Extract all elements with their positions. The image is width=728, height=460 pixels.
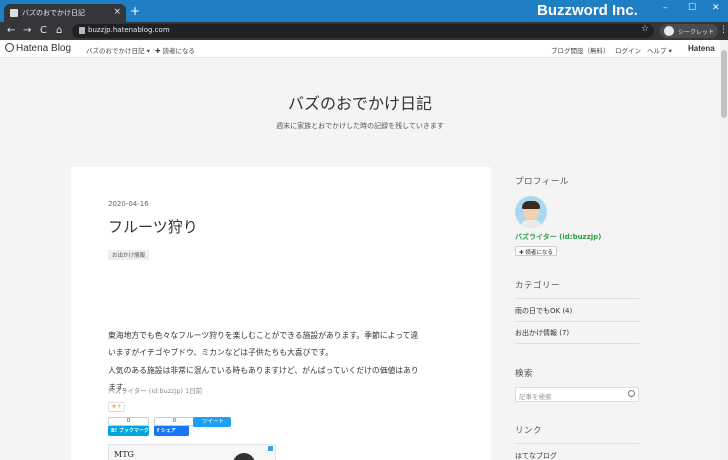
- divider: [515, 298, 639, 299]
- subscribe-button[interactable]: ✚ 読者になる: [515, 246, 557, 256]
- search-icon[interactable]: [628, 390, 635, 397]
- article-title[interactable]: フルーツ狩り: [108, 216, 198, 237]
- profile-heading: プロフィール: [515, 177, 569, 187]
- hatena-logo-icon: [5, 43, 14, 52]
- blog-description: 週末に家族とおでかけした時の記録を残していきます: [276, 122, 444, 130]
- paragraph-line: いますがイチゴやブドウ、ミカンなどは子供たちも大喜びです。: [108, 348, 334, 357]
- maximize-button[interactable]: ☐: [688, 3, 696, 13]
- signup-link[interactable]: ブログ開設（無料）: [551, 45, 610, 55]
- search-placeholder: 記事を検索: [519, 393, 552, 401]
- incognito-indicator[interactable]: シークレット: [660, 24, 718, 38]
- category-link[interactable]: お出かけ情報 (7): [515, 328, 569, 338]
- ad-label: MTG: [114, 450, 134, 459]
- lock-icon: [79, 27, 85, 34]
- ad-image: [233, 453, 255, 460]
- brand-label: Buzzword Inc.: [537, 2, 638, 19]
- help-menu[interactable]: ヘルプ ▾: [647, 45, 672, 55]
- paragraph-line: 東海地方でも色々なフルーツ狩りを楽しむことができる施設があります。季節によって違: [108, 331, 419, 340]
- hatena-global-header: Hatena Blog バズのおでかけ日記 ▾ ✚ 読者になる ブログ開設（無料…: [0, 40, 720, 58]
- blog-menu[interactable]: バズのおでかけ日記 ▾: [86, 45, 150, 55]
- ad-choices-icon[interactable]: [268, 446, 273, 451]
- incognito-icon: [664, 26, 674, 36]
- header-subscribe-button[interactable]: ✚ 読者になる: [155, 45, 195, 55]
- add-star-button[interactable]: ★+: [108, 402, 125, 412]
- incognito-label: シークレット: [678, 29, 715, 36]
- ad-banner[interactable]: MTG: [108, 444, 276, 460]
- forward-button[interactable]: →: [23, 25, 31, 37]
- browser-toolbar: ← → C ⌂ buzzjp.hatenablog.com ☆ シークレット ⋮: [0, 22, 728, 40]
- new-tab-button[interactable]: +: [130, 5, 140, 17]
- hatena-blog-logo[interactable]: Hatena Blog: [5, 43, 71, 54]
- links-heading: リンク: [515, 426, 543, 436]
- hatena-logo[interactable]: Hatena: [688, 44, 715, 53]
- bookmark-star-icon[interactable]: ☆: [641, 24, 649, 34]
- avatar-hair: [522, 201, 540, 209]
- facebook-count: 0: [154, 417, 195, 426]
- browser-menu-button[interactable]: ⋮: [719, 25, 728, 35]
- divider: [515, 321, 639, 322]
- divider: [515, 343, 639, 344]
- tab-strip: バズのおでかけ日記 × + Buzzword Inc. – ☐ ✕: [0, 0, 728, 22]
- category-link[interactable]: 雨の日でもOK (4): [515, 306, 572, 316]
- hatebu-count: 0: [108, 417, 149, 426]
- article-card: 2020-04-16 フルーツ狩り お出かけ情報 東海地方でも色々なフルーツ狩り…: [71, 167, 491, 460]
- url-text: buzzjp.hatenablog.com: [88, 26, 170, 34]
- tab-close-button[interactable]: ×: [113, 7, 121, 17]
- profile-name-link[interactable]: バズライター (id:buzzjp): [515, 232, 601, 242]
- avatar-body: [521, 220, 541, 228]
- address-bar[interactable]: buzzjp.hatenablog.com ☆: [72, 24, 654, 38]
- hatebu-button[interactable]: B! ブックマーク: [108, 426, 149, 436]
- category-tag[interactable]: お出かけ情報: [108, 250, 150, 260]
- tab-title: バズのおでかけ日記: [22, 9, 85, 17]
- web-page: Hatena Blog バズのおでかけ日記 ▾ ✚ 読者になる ブログ開設（無料…: [0, 40, 720, 460]
- search-input[interactable]: 記事を検索: [515, 387, 639, 402]
- paragraph-line: 人気のある施設は非常に混んでいる時もありますけど、がんばっていくだけの価値はあり: [108, 366, 419, 375]
- scrollbar-thumb[interactable]: [721, 50, 727, 118]
- favicon-icon: [10, 9, 18, 17]
- blog-title[interactable]: バズのおでかけ日記: [0, 90, 720, 114]
- author-line[interactable]: バズライター (id:buzzjp) 1日前: [108, 385, 202, 395]
- home-button[interactable]: ⌂: [56, 25, 62, 37]
- login-link[interactable]: ログイン: [615, 45, 641, 55]
- avatar[interactable]: [515, 196, 547, 228]
- category-heading: カテゴリー: [515, 281, 561, 291]
- article-date[interactable]: 2020-04-16: [108, 200, 149, 208]
- reload-button[interactable]: C: [40, 25, 47, 37]
- tweet-button[interactable]: ツイート: [193, 417, 231, 427]
- page-scrollbar[interactable]: [720, 40, 728, 460]
- minimize-button[interactable]: –: [663, 3, 668, 13]
- browser-tab[interactable]: バズのおでかけ日記 ×: [4, 4, 126, 22]
- sidebar-link[interactable]: はてなブログ: [515, 451, 557, 460]
- divider: [515, 443, 639, 444]
- close-window-button[interactable]: ✕: [712, 3, 720, 13]
- search-heading: 検索: [515, 369, 534, 379]
- facebook-share-button[interactable]: f シェア: [154, 426, 189, 436]
- back-button[interactable]: ←: [7, 25, 15, 37]
